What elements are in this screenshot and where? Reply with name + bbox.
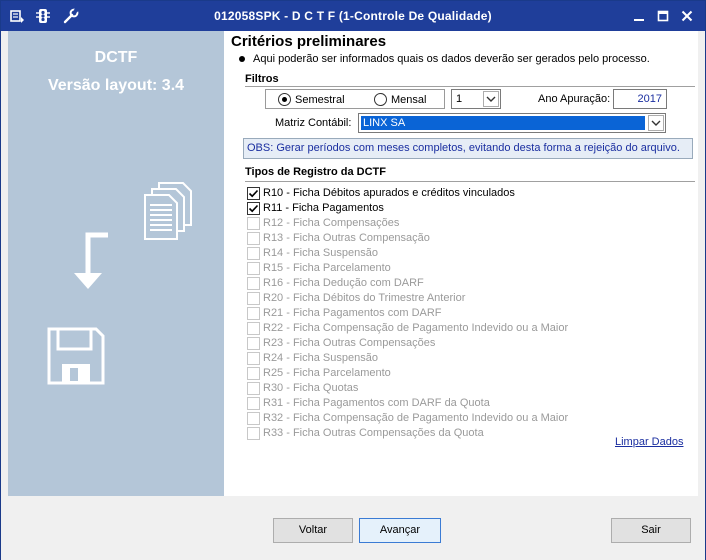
record-label: R30 - Ficha Quotas	[263, 382, 359, 394]
record-checkbox-row: R22 - Ficha Compensação de Pagamento Ind…	[247, 321, 568, 335]
title-bar[interactable]: 012058SPK - D C T F (1-Controle De Quali…	[1, 1, 705, 31]
record-checkbox-row: R30 - Ficha Quotas	[247, 381, 358, 395]
arrow-down-icon	[74, 232, 108, 289]
records-divider	[245, 181, 695, 182]
year-label: Ano Apuração:	[538, 93, 611, 105]
record-label: R32 - Ficha Compensação de Pagamento Ind…	[263, 412, 569, 424]
matrix-select[interactable]: LINX SA	[358, 113, 666, 133]
checkbox-icon	[247, 381, 260, 395]
record-checkbox-row: R24 - Ficha Suspensão	[247, 351, 378, 365]
checkbox-icon	[247, 336, 260, 350]
filters-divider	[245, 86, 695, 87]
radio-dot[interactable]	[374, 93, 387, 106]
record-checkbox-row: R16 - Ficha Dedução com DARF	[247, 276, 424, 290]
bullet-icon	[239, 56, 245, 63]
documents-icon	[144, 182, 192, 240]
layout-version: Versão layout: 3.4	[47, 77, 185, 94]
page-title: Critérios preliminares	[231, 33, 387, 50]
clear-data-link[interactable]: Limpar Dados	[615, 436, 683, 448]
record-checkbox-row: R33 - Ficha Outras Compensações da Quota	[247, 426, 484, 440]
record-checkbox-row: R32 - Ficha Compensação de Pagamento Ind…	[247, 411, 568, 425]
checkbox-icon	[247, 366, 260, 380]
record-label: R15 - Ficha Parcelamento	[263, 262, 391, 274]
checkbox-icon	[247, 426, 260, 440]
record-label: R21 - Ficha Pagamentos com DARF	[263, 307, 442, 319]
record-checkbox-row: R20 - Ficha Débitos do Trimestre Anterio…	[247, 291, 465, 305]
record-checkbox-row: R31 - Ficha Pagamentos com DARF da Quota	[247, 396, 490, 410]
checkbox-icon	[247, 351, 260, 365]
obs-notice: OBS: Gerar períodos com meses completos,…	[243, 138, 693, 159]
radio-dot[interactable]	[278, 93, 291, 106]
record-checkbox-row: R15 - Ficha Parcelamento	[247, 261, 391, 275]
checkbox-icon	[247, 291, 260, 305]
checkbox-icon	[247, 396, 260, 410]
record-checkbox-row: R21 - Ficha Pagamentos com DARF	[247, 306, 442, 320]
chevron-down-icon[interactable]	[648, 115, 664, 131]
window-title: 012058SPK - D C T F (1-Controle De Quali…	[214, 9, 492, 23]
period-select[interactable]: 1	[451, 89, 501, 109]
checkbox-icon	[247, 411, 260, 425]
record-checkbox-row: R23 - Ficha Outras Compensações	[247, 336, 435, 350]
back-button[interactable]: Voltar	[273, 518, 353, 543]
record-checkbox-row: R12 - Ficha Compensações	[247, 216, 399, 230]
record-label: R25 - Ficha Parcelamento	[263, 367, 391, 379]
content-area: DCTF Versão layout: 3.4 Critérios prelim…	[8, 31, 698, 496]
record-label: R20 - Ficha Débitos do Trimestre Anterio…	[263, 292, 466, 304]
maximize-icon[interactable]	[656, 9, 670, 23]
record-label: R16 - Ficha Dedução com DARF	[263, 277, 424, 289]
button-bar: Voltar Avançar Sair	[1, 496, 705, 560]
matrix-label: Matriz Contábil:	[275, 117, 352, 129]
record-label: R10 - Ficha Débitos apurados e créditos …	[263, 187, 515, 199]
checkbox-checked-icon[interactable]	[247, 201, 260, 215]
filters-label: Filtros	[245, 73, 279, 85]
record-label: R31 - Ficha Pagamentos com DARF da Quota	[263, 397, 490, 409]
left-panel: DCTF Versão layout: 3.4	[8, 31, 224, 496]
panel-title: DCTF	[94, 49, 138, 66]
record-checkbox-row: R25 - Ficha Parcelamento	[247, 366, 391, 380]
checkbox-icon	[247, 231, 260, 245]
record-checkbox-row: R13 - Ficha Outras Compensação	[247, 231, 430, 245]
radio-mensal[interactable]: Mensal	[374, 93, 426, 106]
checkbox-icon	[247, 216, 260, 230]
record-label: R11 - Ficha Pagamentos	[263, 202, 384, 214]
record-checkbox-row[interactable]: R11 - Ficha Pagamentos	[247, 201, 384, 215]
record-checkbox-row[interactable]: R10 - Ficha Débitos apurados e créditos …	[247, 186, 515, 200]
exit-button[interactable]: Sair	[611, 518, 691, 543]
periodicity-group: Semestral Mensal	[265, 89, 445, 109]
record-label: R24 - Ficha Suspensão	[263, 352, 378, 364]
minimize-icon[interactable]	[632, 9, 646, 23]
year-input[interactable]: 2017	[613, 89, 667, 109]
checkbox-icon	[247, 306, 260, 320]
checkbox-icon	[247, 246, 260, 260]
record-checkbox-row: R14 - Ficha Suspensão	[247, 246, 378, 260]
checkbox-icon	[247, 276, 260, 290]
next-button[interactable]: Avançar	[359, 518, 441, 543]
floppy-disk-icon	[47, 327, 105, 385]
record-label: R23 - Ficha Outras Compensações	[263, 337, 436, 349]
radio-semestral[interactable]: Semestral	[278, 93, 345, 106]
main-panel: Critérios preliminares Aqui poderão ser …	[231, 31, 696, 496]
checkbox-checked-icon[interactable]	[247, 186, 260, 200]
chevron-down-icon[interactable]	[483, 91, 499, 107]
checkbox-icon	[247, 321, 260, 335]
record-label: R14 - Ficha Suspensão	[263, 247, 378, 259]
record-label: R13 - Ficha Outras Compensação	[263, 232, 430, 244]
record-label: R12 - Ficha Compensações	[263, 217, 400, 229]
record-label: R33 - Ficha Outras Compensações da Quota	[263, 427, 484, 439]
description: Aqui poderão ser informados quais os dad…	[239, 53, 650, 65]
dctf-window: 012058SPK - D C T F (1-Controle De Quali…	[0, 0, 706, 560]
checkbox-icon	[247, 261, 260, 275]
close-icon[interactable]	[680, 9, 694, 23]
record-label: R22 - Ficha Compensação de Pagamento Ind…	[263, 322, 569, 334]
records-label: Tipos de Registro da DCTF	[245, 166, 386, 178]
